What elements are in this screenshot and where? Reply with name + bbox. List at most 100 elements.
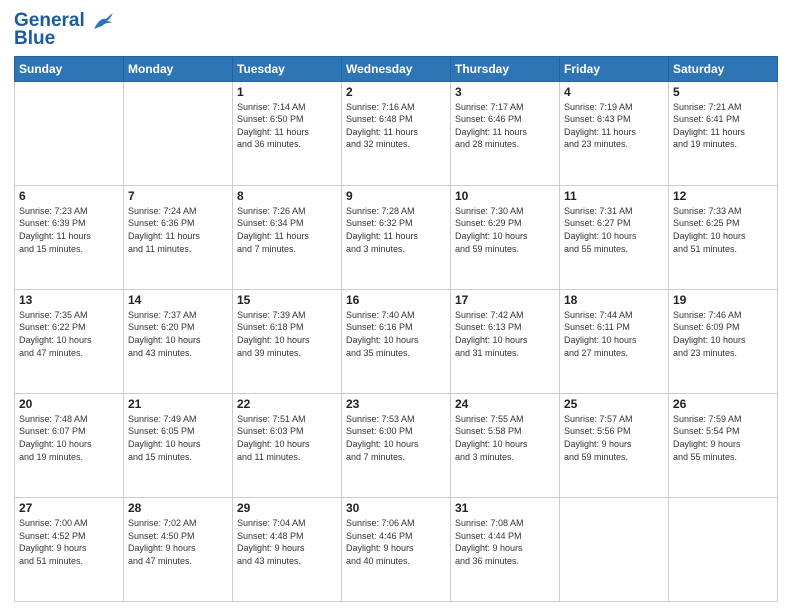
day-info: Sunrise: 7:44 AM Sunset: 6:11 PM Dayligh… — [564, 309, 664, 359]
calendar-cell: 6Sunrise: 7:23 AM Sunset: 6:39 PM Daylig… — [15, 185, 124, 289]
calendar-cell — [669, 497, 778, 601]
calendar-table: SundayMondayTuesdayWednesdayThursdayFrid… — [14, 56, 778, 602]
day-info: Sunrise: 7:19 AM Sunset: 6:43 PM Dayligh… — [564, 101, 664, 151]
weekday-header-wednesday: Wednesday — [342, 56, 451, 81]
day-info: Sunrise: 7:04 AM Sunset: 4:48 PM Dayligh… — [237, 517, 337, 567]
page: General Blue SundayMondayTuesdayWednesda… — [0, 0, 792, 612]
calendar-cell: 21 Sunrise: 7:49 AM Sunset: 6:05 PM Dayli… — [124, 393, 233, 497]
day-info: Sunrise: 7:26 AM Sunset: 6:34 PM Dayligh… — [237, 205, 337, 255]
day-info: Sunrise: 7:37 AM Sunset: 6:20 PM Dayligh… — [128, 309, 228, 359]
calendar-week-row: 6Sunrise: 7:23 AM Sunset: 6:39 PM Daylig… — [15, 185, 778, 289]
weekday-header-saturday: Saturday — [669, 56, 778, 81]
day-number: 7 — [128, 189, 228, 203]
calendar-cell: 14 Sunrise: 7:37 AM Sunset: 6:20 PM Dayli… — [124, 289, 233, 393]
calendar-cell: 31 Sunrise: 7:08 AM Sunset: 4:44 PM Dayli… — [451, 497, 560, 601]
calendar-cell: 30 Sunrise: 7:06 AM Sunset: 4:46 PM Dayli… — [342, 497, 451, 601]
day-number: 21 — [128, 397, 228, 411]
day-number: 28 — [128, 501, 228, 515]
calendar-cell: 1Sunrise: 7:14 AM Sunset: 6:50 PM Daylig… — [233, 81, 342, 185]
weekday-header-thursday: Thursday — [451, 56, 560, 81]
day-number: 18 — [564, 293, 664, 307]
day-number: 31 — [455, 501, 555, 515]
day-number: 15 — [237, 293, 337, 307]
header: General Blue — [14, 10, 778, 50]
calendar-cell: 10 Sunrise: 7:30 AM Sunset: 6:29 PM Dayli… — [451, 185, 560, 289]
calendar-cell: 13 Sunrise: 7:35 AM Sunset: 6:22 PM Dayli… — [15, 289, 124, 393]
day-info: Sunrise: 7:51 AM Sunset: 6:03 PM Dayligh… — [237, 413, 337, 463]
calendar-cell: 15Sunrise: 7:39 AM Sunset: 6:18 PM Dayli… — [233, 289, 342, 393]
calendar-cell: 4 Sunrise: 7:19 AM Sunset: 6:43 PM Daylig… — [560, 81, 669, 185]
day-number: 12 — [673, 189, 773, 203]
calendar-cell — [124, 81, 233, 185]
calendar-cell: 3Sunrise: 7:17 AM Sunset: 6:46 PM Daylig… — [451, 81, 560, 185]
day-number: 16 — [346, 293, 446, 307]
calendar-cell: 11 Sunrise: 7:31 AM Sunset: 6:27 PM Dayli… — [560, 185, 669, 289]
logo: General Blue — [14, 10, 114, 50]
day-number: 2 — [346, 85, 446, 99]
day-info: Sunrise: 7:46 AM Sunset: 6:09 PM Dayligh… — [673, 309, 773, 359]
day-number: 1 — [237, 85, 337, 99]
day-info: Sunrise: 7:53 AM Sunset: 6:00 PM Dayligh… — [346, 413, 446, 463]
day-number: 10 — [455, 189, 555, 203]
calendar-week-row: 20 Sunrise: 7:48 AM Sunset: 6:07 PM Dayli… — [15, 393, 778, 497]
calendar-cell: 19 Sunrise: 7:46 AM Sunset: 6:09 PM Dayli… — [669, 289, 778, 393]
day-number: 22 — [237, 397, 337, 411]
day-info: Sunrise: 7:28 AM Sunset: 6:32 PM Dayligh… — [346, 205, 446, 255]
day-number: 30 — [346, 501, 446, 515]
day-number: 27 — [19, 501, 119, 515]
day-info: Sunrise: 7:23 AM Sunset: 6:39 PM Dayligh… — [19, 205, 119, 255]
day-number: 4 — [564, 85, 664, 99]
day-info: Sunrise: 7:02 AM Sunset: 4:50 PM Dayligh… — [128, 517, 228, 567]
day-number: 5 — [673, 85, 773, 99]
calendar-cell: 16 Sunrise: 7:40 AM Sunset: 6:16 PM Dayli… — [342, 289, 451, 393]
day-number: 14 — [128, 293, 228, 307]
day-info: Sunrise: 7:40 AM Sunset: 6:16 PM Dayligh… — [346, 309, 446, 359]
weekday-header-row: SundayMondayTuesdayWednesdayThursdayFrid… — [15, 56, 778, 81]
calendar-cell: 7Sunrise: 7:24 AM Sunset: 6:36 PM Daylig… — [124, 185, 233, 289]
calendar-cell: 5 Sunrise: 7:21 AM Sunset: 6:41 PM Daylig… — [669, 81, 778, 185]
day-info: Sunrise: 7:30 AM Sunset: 6:29 PM Dayligh… — [455, 205, 555, 255]
calendar-cell: 26Sunrise: 7:59 AM Sunset: 5:54 PM Dayli… — [669, 393, 778, 497]
day-number: 11 — [564, 189, 664, 203]
day-info: Sunrise: 7:35 AM Sunset: 6:22 PM Dayligh… — [19, 309, 119, 359]
calendar-cell: 25Sunrise: 7:57 AM Sunset: 5:56 PM Dayli… — [560, 393, 669, 497]
day-info: Sunrise: 7:42 AM Sunset: 6:13 PM Dayligh… — [455, 309, 555, 359]
calendar-cell — [560, 497, 669, 601]
weekday-header-friday: Friday — [560, 56, 669, 81]
calendar-cell: 12Sunrise: 7:33 AM Sunset: 6:25 PM Dayli… — [669, 185, 778, 289]
day-info: Sunrise: 7:48 AM Sunset: 6:07 PM Dayligh… — [19, 413, 119, 463]
calendar-week-row: 27 Sunrise: 7:00 AM Sunset: 4:52 PM Dayli… — [15, 497, 778, 601]
day-info: Sunrise: 7:31 AM Sunset: 6:27 PM Dayligh… — [564, 205, 664, 255]
weekday-header-monday: Monday — [124, 56, 233, 81]
calendar-cell: 23 Sunrise: 7:53 AM Sunset: 6:00 PM Dayli… — [342, 393, 451, 497]
calendar-cell: 22 Sunrise: 7:51 AM Sunset: 6:03 PM Dayli… — [233, 393, 342, 497]
day-info: Sunrise: 7:21 AM Sunset: 6:41 PM Dayligh… — [673, 101, 773, 151]
weekday-header-sunday: Sunday — [15, 56, 124, 81]
logo-bird-icon — [92, 11, 114, 31]
calendar-cell: 2 Sunrise: 7:16 AM Sunset: 6:48 PM Daylig… — [342, 81, 451, 185]
day-number: 13 — [19, 293, 119, 307]
calendar-cell: 17Sunrise: 7:42 AM Sunset: 6:13 PM Dayli… — [451, 289, 560, 393]
day-number: 9 — [346, 189, 446, 203]
day-info: Sunrise: 7:08 AM Sunset: 4:44 PM Dayligh… — [455, 517, 555, 567]
day-number: 19 — [673, 293, 773, 307]
day-info: Sunrise: 7:00 AM Sunset: 4:52 PM Dayligh… — [19, 517, 119, 567]
calendar-cell: 20 Sunrise: 7:48 AM Sunset: 6:07 PM Dayli… — [15, 393, 124, 497]
calendar-cell — [15, 81, 124, 185]
day-info: Sunrise: 7:49 AM Sunset: 6:05 PM Dayligh… — [128, 413, 228, 463]
day-info: Sunrise: 7:06 AM Sunset: 4:46 PM Dayligh… — [346, 517, 446, 567]
day-number: 24 — [455, 397, 555, 411]
calendar-week-row: 13 Sunrise: 7:35 AM Sunset: 6:22 PM Dayli… — [15, 289, 778, 393]
calendar-cell: 8 Sunrise: 7:26 AM Sunset: 6:34 PM Daylig… — [233, 185, 342, 289]
day-info: Sunrise: 7:17 AM Sunset: 6:46 PM Dayligh… — [455, 101, 555, 151]
day-number: 20 — [19, 397, 119, 411]
calendar-cell: 9 Sunrise: 7:28 AM Sunset: 6:32 PM Daylig… — [342, 185, 451, 289]
calendar-week-row: 1Sunrise: 7:14 AM Sunset: 6:50 PM Daylig… — [15, 81, 778, 185]
day-info: Sunrise: 7:55 AM Sunset: 5:58 PM Dayligh… — [455, 413, 555, 463]
day-info: Sunrise: 7:16 AM Sunset: 6:48 PM Dayligh… — [346, 101, 446, 151]
day-number: 8 — [237, 189, 337, 203]
calendar-cell: 28 Sunrise: 7:02 AM Sunset: 4:50 PM Dayli… — [124, 497, 233, 601]
day-number: 26 — [673, 397, 773, 411]
day-number: 23 — [346, 397, 446, 411]
calendar-cell: 27 Sunrise: 7:00 AM Sunset: 4:52 PM Dayli… — [15, 497, 124, 601]
